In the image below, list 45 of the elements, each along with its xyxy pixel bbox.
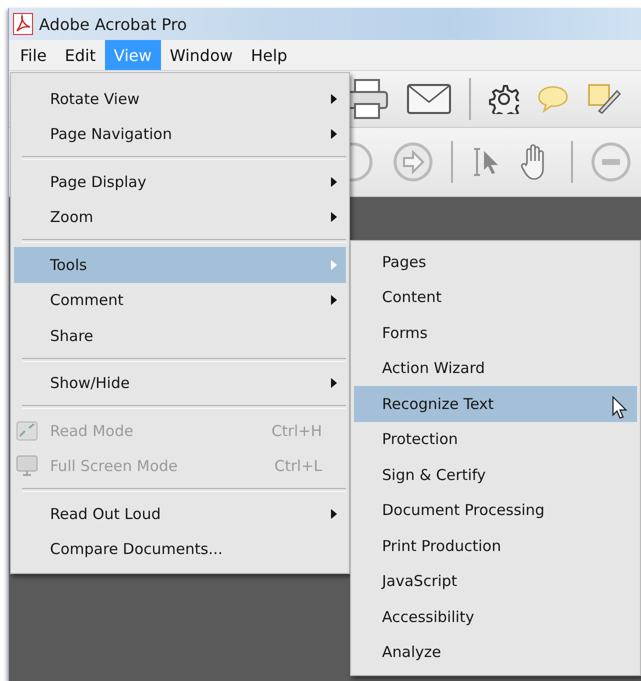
submenu-item[interactable]: Forms [354,315,637,350]
submenu-item[interactable]: Recognize Text [354,386,637,422]
window-title: Adobe Acrobat Pro [39,14,187,34]
menu-item[interactable]: Read Out Loud [14,496,346,532]
menu-title[interactable]: File [11,40,56,70]
mail-icon[interactable] [407,84,451,114]
submenu-arrow-icon [331,94,337,104]
sign-pen-icon[interactable] [587,83,621,115]
menu-item[interactable]: Compare Documents... [14,532,346,567]
menu-item[interactable]: Page Navigation [14,116,346,152]
submenu-item[interactable]: Protection [354,422,637,457]
settings-icon[interactable] [489,84,519,114]
menu-item[interactable]: Share [14,318,346,354]
submenu-arrow-icon [331,260,337,270]
submenu-item[interactable]: Document Processing [354,492,637,528]
read-mode-icon [16,420,38,441]
submenu-arrow-icon [331,378,337,388]
menu-item[interactable]: Zoom [14,200,346,235]
submenu-item[interactable]: Sign & Certify [354,457,637,492]
submenu-item[interactable]: Action Wizard [354,350,637,386]
menu-title[interactable]: Edit [56,40,105,70]
submenu-item[interactable]: Print Production [354,528,637,564]
submenu-item[interactable]: Analyze [354,634,637,670]
menu-title[interactable]: Window [160,40,242,70]
submenu-arrow-icon [331,212,337,222]
submenu-arrow-icon [331,129,337,140]
submenu-item[interactable]: Pages [354,244,637,280]
submenu-item[interactable]: JavaScript [354,564,637,599]
shortcut-label: Ctrl+L [274,457,322,476]
submenu-arrow-icon [331,295,337,306]
submenu-item[interactable]: Content [354,280,637,315]
shortcut-label: Ctrl+H [271,422,322,440]
menu-item[interactable]: Page Display [14,164,346,200]
mouse-pointer-icon [612,396,628,420]
menu-item[interactable]: Show/Hide [14,366,346,401]
submenu-arrow-icon [331,508,337,519]
submenu-item[interactable]: Accessibility [354,599,637,634]
menu-item[interactable]: Tools [14,247,346,282]
pdf-logo-icon [13,13,33,35]
next-page-icon[interactable] [393,142,433,182]
full-screen-icon [16,455,38,478]
menu-item[interactable]: Comment [14,282,346,318]
select-cursor-icon[interactable] [471,145,501,179]
submenu-arrow-icon [331,176,337,187]
menu-title[interactable]: Help [242,40,296,70]
